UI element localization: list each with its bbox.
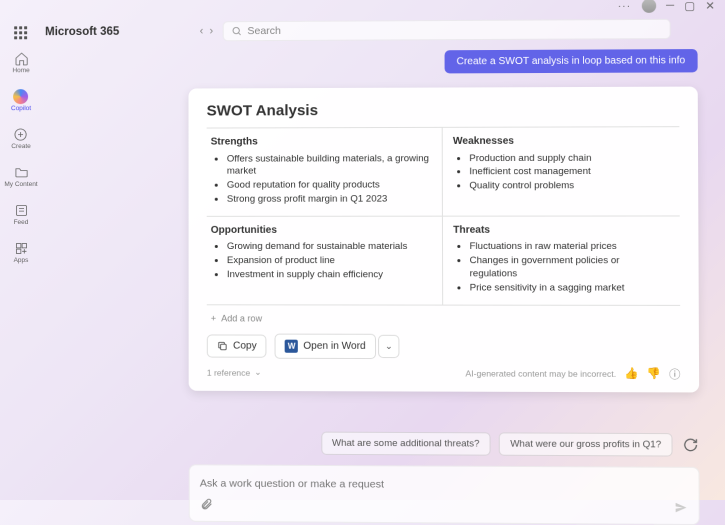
swot-item: Price sensitivity in a sagging market <box>470 282 670 295</box>
home-icon <box>13 50 29 66</box>
copy-icon <box>217 340 228 351</box>
card-footer: 1 reference ⌄ AI-generated content may b… <box>207 364 681 382</box>
maximize-button[interactable]: ▢ <box>684 0 695 12</box>
swot-item: Production and supply chain <box>469 152 669 165</box>
composer <box>189 464 700 525</box>
chat-main: Create a SWOT analysis in loop based on … <box>188 49 699 524</box>
references-toggle[interactable]: 1 reference ⌄ <box>207 367 262 378</box>
swot-heading: Strengths <box>211 135 432 149</box>
refresh-icon <box>682 437 698 452</box>
avatar[interactable] <box>641 0 655 13</box>
sidebar-item-label: Apps <box>14 257 29 264</box>
search-input[interactable]: Search <box>223 19 671 41</box>
thumbs-down-icon[interactable]: 👎 <box>647 367 661 380</box>
brand: Microsoft 365 <box>45 26 119 38</box>
suggestion-chip[interactable]: What are some additional threats? <box>321 431 491 455</box>
swot-item: Expansion of product line <box>227 255 432 268</box>
card-actions: Copy W Open in Word ⌄ <box>207 333 681 359</box>
close-button[interactable]: ✕ <box>705 0 715 12</box>
app-launcher-icon[interactable] <box>14 26 27 39</box>
feed-icon <box>13 202 29 218</box>
info-icon[interactable]: ⓘ <box>669 365 680 381</box>
swot-item: Inefficient cost management <box>469 166 669 179</box>
search-icon <box>232 26 242 36</box>
swot-item: Changes in government policies or regula… <box>470 255 670 281</box>
nav-arrows: ‹ › <box>200 25 213 37</box>
user-message: Create a SWOT analysis in loop based on … <box>444 49 697 73</box>
open-word-label: Open in Word <box>303 340 365 351</box>
swot-item: Offers sustainable building materials, a… <box>227 153 432 179</box>
swot-cell-threats: Threats Fluctuations in raw material pri… <box>442 216 680 305</box>
refresh-suggestions-button[interactable] <box>681 435 700 453</box>
open-in-word-button[interactable]: W Open in Word <box>275 333 376 358</box>
ai-disclaimer: AI-generated content may be incorrect. <box>465 368 616 379</box>
apps-icon <box>13 240 29 256</box>
nav-forward[interactable]: › <box>209 25 213 37</box>
sidebar-item-copilot[interactable]: Copilot <box>11 86 31 114</box>
chevron-down-icon: ⌄ <box>385 340 393 350</box>
copy-label: Copy <box>233 340 257 351</box>
swot-item: Strong gross profit margin in Q1 2023 <box>227 193 432 206</box>
sidebar-item-label: Create <box>11 143 30 150</box>
swot-item: Good reputation for quality products <box>227 179 432 192</box>
plus-icon: + <box>211 313 216 323</box>
add-row-label: Add a row <box>221 313 262 323</box>
nav-back[interactable]: ‹ <box>200 25 204 37</box>
search-placeholder: Search <box>247 25 281 37</box>
sidebar-item-apps[interactable]: Apps <box>13 238 29 266</box>
sidebar-item-mycontent[interactable]: My Content <box>4 162 37 190</box>
swot-item: Investment in supply chain efficiency <box>227 269 432 282</box>
suggestion-row: What are some additional threats? What w… <box>189 431 700 457</box>
swot-item: Fluctuations in raw material prices <box>470 241 670 254</box>
swot-cell-weaknesses: Weaknesses Production and supply chain I… <box>442 127 680 216</box>
minimize-button[interactable]: ─ <box>666 0 674 12</box>
create-icon <box>13 126 29 142</box>
copilot-icon <box>13 88 29 104</box>
attach-button[interactable] <box>200 498 213 514</box>
references-label: 1 reference <box>207 367 250 377</box>
swot-title: SWOT Analysis <box>207 101 680 120</box>
sidebar-item-label: Copilot <box>11 105 31 112</box>
more-menu[interactable]: ··· <box>618 0 631 11</box>
assistant-card: SWOT Analysis Strengths Offers sustainab… <box>188 87 699 392</box>
sidebar-item-home[interactable]: Home <box>12 48 29 76</box>
chevron-down-icon: ⌄ <box>254 367 261 378</box>
sidebar-item-label: My Content <box>4 181 37 188</box>
swot-item: Quality control problems <box>469 180 669 193</box>
sidebar-item-create[interactable]: Create <box>11 124 31 152</box>
add-row-button[interactable]: + Add a row <box>211 313 680 324</box>
swot-item: Growing demand for sustainable materials <box>227 241 432 254</box>
folder-icon <box>13 164 29 180</box>
swot-heading: Weaknesses <box>453 134 669 148</box>
header: Microsoft 365 ‹ › Search <box>0 14 725 46</box>
suggestion-chip[interactable]: What were our gross profits in Q1? <box>499 432 673 456</box>
sidebar-item-label: Home <box>12 67 29 74</box>
swot-heading: Opportunities <box>211 223 432 237</box>
sidebar-item-feed[interactable]: Feed <box>13 200 29 228</box>
thumbs-up-icon[interactable]: 👍 <box>624 367 638 380</box>
open-in-word-dropdown[interactable]: ⌄ <box>378 334 400 357</box>
composer-input[interactable] <box>200 477 688 492</box>
send-button[interactable] <box>674 500 689 517</box>
sidebar-item-label: Feed <box>14 219 29 226</box>
swot-cell-strengths: Strengths Offers sustainable building ma… <box>207 128 442 217</box>
copy-button[interactable]: Copy <box>207 334 267 357</box>
send-icon <box>674 500 689 514</box>
swot-table: Strengths Offers sustainable building ma… <box>207 126 681 305</box>
swot-cell-opportunities: Opportunities Growing demand for sustain… <box>207 216 442 305</box>
swot-heading: Threats <box>453 223 669 237</box>
sidebar: Home Copilot Create My Content Feed Apps <box>0 44 42 266</box>
word-icon: W <box>285 339 298 352</box>
